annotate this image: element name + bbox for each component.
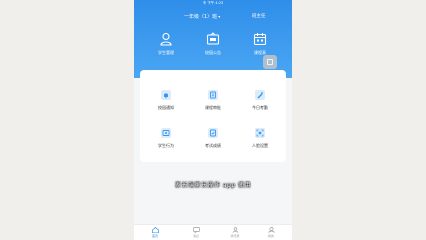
person-icon (160, 32, 172, 46)
tab-label: 消息 (192, 234, 199, 238)
header-action-students[interactable]: 学生管理 (146, 32, 186, 66)
profile-icon (267, 227, 275, 233)
score-icon (208, 128, 218, 138)
tab-messages[interactable]: 消息 (181, 227, 211, 240)
header-action-label: 学生管理 (158, 50, 174, 55)
tab-profile[interactable]: 我的 (256, 227, 286, 240)
phone-screen: 令 下午 4:23 一年级（1）班▾ 班主任 学生管理 校园公告 课程表 校园通… (134, 0, 292, 240)
message-icon (192, 227, 200, 233)
bell-icon (161, 90, 171, 100)
tile-label: 校园通知 (158, 105, 174, 110)
tab-label: 我的 (267, 234, 274, 238)
tile-course-approval[interactable]: 课程审批 (193, 90, 233, 114)
tile-label: 今日考勤 (252, 105, 268, 110)
assist-icon (267, 59, 273, 65)
contacts-icon (232, 227, 238, 233)
tile-exam-scores[interactable]: 考试成绩 (193, 128, 233, 152)
tile-label: 学生行为 (158, 143, 174, 148)
calendar-icon (253, 33, 267, 46)
feature-grid: 校园通知 课程审批 今日考勤 学生行为 考试成绩 人脸设置 (140, 70, 286, 162)
tile-school-notice[interactable]: 校园通知 (146, 90, 186, 114)
notice-icon (206, 32, 220, 45)
tab-label: 首页 (151, 234, 158, 238)
header-action-notice[interactable]: 校园公告 (193, 32, 233, 66)
tile-label: 考试成绩 (205, 143, 221, 148)
checkin-icon (255, 90, 265, 100)
behavior-icon (161, 128, 171, 138)
tab-contacts[interactable]: 通讯录 (220, 227, 250, 240)
tile-student-behavior[interactable]: 学生行为 (146, 128, 186, 152)
tab-home[interactable]: 首页 (140, 227, 170, 240)
bottom-tab-bar: 首页 消息 通讯录 我的 (134, 224, 292, 240)
video-subtitle: 家长端家长操作 app 使用 (174, 182, 252, 189)
floating-assist-button[interactable] (263, 55, 277, 69)
role-link[interactable]: 班主任 (252, 13, 266, 21)
class-selector-label: 一年级（1）班 (184, 14, 218, 20)
tile-label: 课程审批 (205, 105, 221, 110)
tab-label: 通讯录 (230, 234, 240, 238)
chevron-down-icon: ▾ (218, 14, 221, 19)
status-bar: 令 下午 4:23 (202, 1, 224, 5)
approval-icon (208, 90, 218, 100)
tile-label: 人脸设置 (252, 143, 268, 148)
face-icon (255, 128, 265, 138)
tile-face-settings[interactable]: 人脸设置 (240, 128, 280, 152)
home-icon (151, 227, 159, 233)
header-action-label: 校园公告 (205, 50, 221, 55)
tile-attendance[interactable]: 今日考勤 (240, 90, 280, 114)
class-selector[interactable]: 一年级（1）班▾ (184, 13, 220, 21)
